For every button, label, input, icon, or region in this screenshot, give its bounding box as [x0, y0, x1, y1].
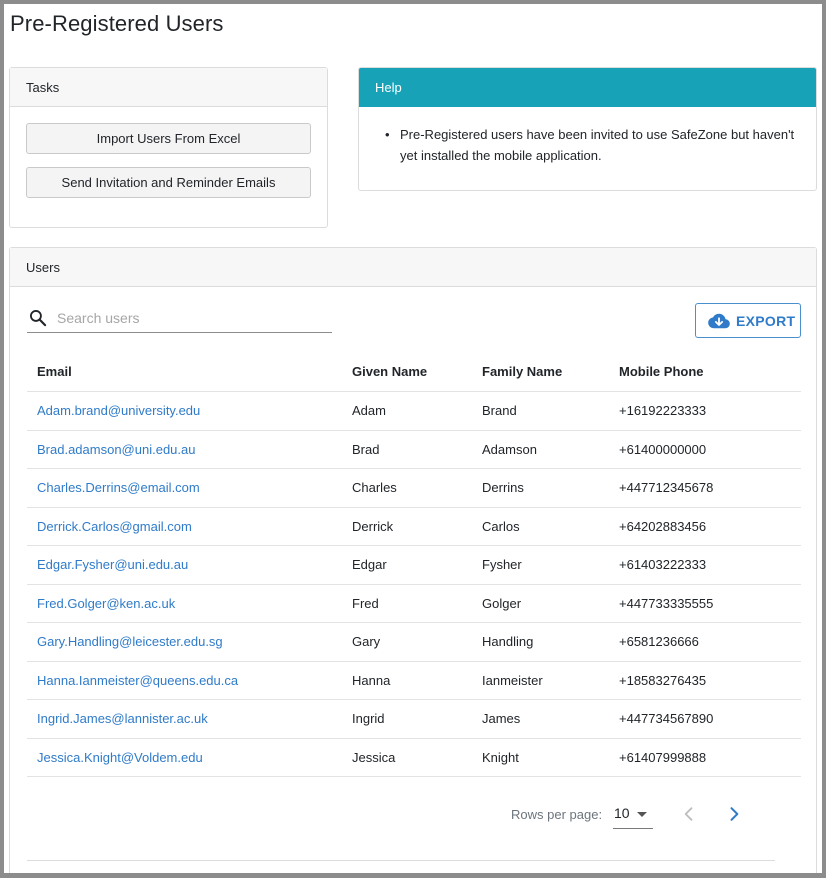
family-name-cell: Fysher: [482, 557, 522, 572]
email-link[interactable]: Edgar.Fysher@uni.edu.au: [37, 546, 188, 584]
cloud-download-icon: [708, 313, 730, 329]
help-item: Pre-Registered users have been invited t…: [400, 127, 795, 163]
given-name-cell: Hanna: [352, 672, 391, 688]
table-row[interactable]: Jessica.Knight@Voldem.edu Jessica Knight…: [27, 739, 801, 777]
mobile-phone-cell: +61403222333: [619, 557, 707, 572]
table-row[interactable]: Brad.adamson@uni.edu.au Brad Adamson +61…: [27, 431, 801, 469]
mobile-phone-cell: +18583276435: [619, 672, 707, 688]
family-name-cell: Derrins: [482, 480, 524, 495]
help-card-header: Help: [359, 68, 816, 107]
email-link[interactable]: Jessica.Knight@Voldem.edu: [37, 739, 203, 777]
export-label: EXPORT: [736, 313, 796, 329]
table-row[interactable]: Adam.brand@university.edu Adam Brand +16…: [27, 392, 801, 431]
given-name-cell: Charles: [352, 480, 397, 495]
page-title: Pre-Registered Users: [10, 11, 224, 36]
family-name-cell: Carlos: [482, 518, 520, 534]
mobile-phone-cell: +447733335555: [619, 595, 714, 611]
mobile-phone-cell: +61407999888: [619, 749, 707, 765]
rows-per-page-value: 10: [614, 805, 630, 821]
table-row[interactable]: Ingrid.James@lannister.ac.uk Ingrid Jame…: [27, 700, 801, 739]
given-name-cell: Gary: [352, 634, 381, 649]
mobile-phone-cell: +64202883456: [619, 518, 707, 534]
table-row[interactable]: Fred.Golger@ken.ac.uk Fred Golger +44773…: [27, 585, 801, 623]
family-name-cell: James: [482, 711, 521, 726]
export-button[interactable]: EXPORT: [695, 303, 801, 338]
window-frame: Pre-Registered Users Tasks Import Users …: [0, 0, 826, 878]
column-header-family-name[interactable]: Family Name: [482, 352, 562, 392]
table-row[interactable]: Derrick.Carlos@gmail.com Derrick Carlos …: [27, 508, 801, 546]
family-name-cell: Ianmeister: [482, 672, 543, 688]
table-row[interactable]: Edgar.Fysher@uni.edu.au Edgar Fysher +61…: [27, 546, 801, 585]
email-link[interactable]: Brad.adamson@uni.edu.au: [37, 431, 195, 469]
given-name-cell: Fred: [352, 595, 379, 611]
column-header-mobile-phone[interactable]: Mobile Phone: [619, 352, 704, 392]
email-link[interactable]: Adam.brand@university.edu: [37, 392, 200, 430]
help-list: • Pre-Registered users have been invited…: [385, 124, 804, 166]
given-name-cell: Edgar: [352, 557, 387, 572]
users-card: Users EXPORT Email Given Name Family Nam…: [9, 247, 817, 873]
email-link[interactable]: Fred.Golger@ken.ac.uk: [37, 585, 175, 623]
family-name-cell: Adamson: [482, 441, 537, 457]
mobile-phone-cell: +447734567890: [619, 711, 714, 726]
mobile-phone-cell: +447712345678: [619, 480, 714, 495]
chevron-down-icon: [637, 812, 647, 817]
given-name-cell: Brad: [352, 441, 380, 457]
mobile-phone-cell: +6581236666: [619, 634, 699, 649]
given-name-cell: Adam: [352, 403, 386, 418]
email-link[interactable]: Ingrid.James@lannister.ac.uk: [37, 700, 208, 738]
table-row[interactable]: Hanna.Ianmeister@queens.edu.ca Hanna Ian…: [27, 662, 801, 700]
pagination: Rows per page: 10: [27, 794, 801, 834]
family-name-cell: Brand: [482, 403, 517, 418]
email-link[interactable]: Derrick.Carlos@gmail.com: [37, 508, 192, 546]
search-field: [27, 303, 332, 333]
given-name-cell: Ingrid: [352, 711, 385, 726]
send-invitation-button[interactable]: Send Invitation and Reminder Emails: [26, 167, 311, 198]
search-icon: [29, 310, 47, 327]
table-row[interactable]: Charles.Derrins@email.com Charles Derrin…: [27, 469, 801, 508]
family-name-cell: Knight: [482, 749, 519, 765]
column-header-given-name[interactable]: Given Name: [352, 352, 427, 392]
given-name-cell: Derrick: [352, 518, 394, 534]
email-link[interactable]: Gary.Handling@leicester.edu.sg: [37, 623, 223, 661]
divider: [27, 860, 775, 861]
chevron-right-icon[interactable]: [724, 804, 744, 824]
family-name-cell: Golger: [482, 595, 522, 611]
table-header-row: Email Given Name Family Name Mobile Phon…: [27, 352, 801, 392]
bullet-icon: •: [385, 127, 390, 142]
import-users-button[interactable]: Import Users From Excel: [26, 123, 311, 154]
given-name-cell: Jessica: [352, 749, 396, 765]
table-row[interactable]: Gary.Handling@leicester.edu.sg Gary Hand…: [27, 623, 801, 662]
users-card-header: Users: [10, 248, 816, 287]
tasks-card-header: Tasks: [10, 68, 327, 107]
mobile-phone-cell: +61400000000: [619, 441, 707, 457]
chevron-left-icon[interactable]: [679, 804, 699, 824]
email-link[interactable]: Charles.Derrins@email.com: [37, 469, 200, 507]
mobile-phone-cell: +16192223333: [619, 403, 707, 418]
tasks-card: Tasks Import Users From Excel Send Invit…: [9, 67, 328, 228]
rows-per-page-select[interactable]: 10: [613, 799, 653, 829]
search-input[interactable]: [57, 307, 325, 329]
users-table: Email Given Name Family Name Mobile Phon…: [27, 352, 801, 777]
help-card: Help • Pre-Registered users have been in…: [358, 67, 817, 191]
email-link[interactable]: Hanna.Ianmeister@queens.edu.ca: [37, 662, 238, 700]
rows-per-page-label: Rows per page:: [511, 807, 603, 822]
family-name-cell: Handling: [482, 634, 534, 649]
column-header-email[interactable]: Email: [37, 352, 72, 392]
